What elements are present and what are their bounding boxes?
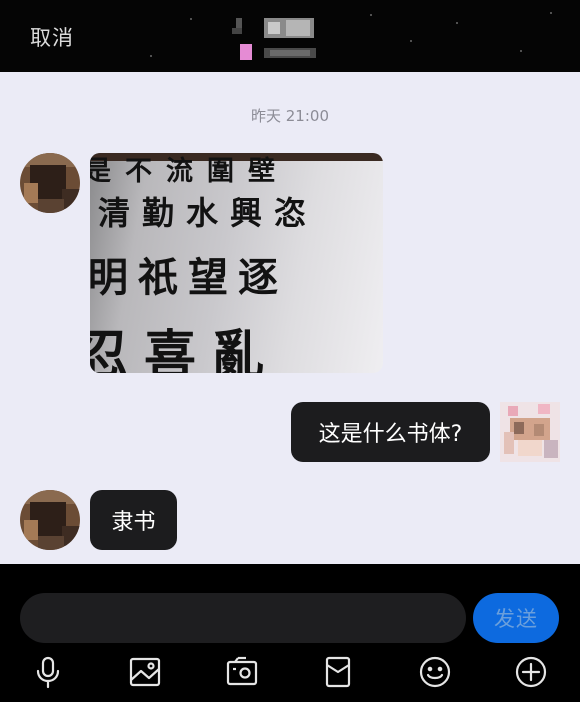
cancel-button[interactable]: 取消 [30, 22, 74, 52]
plus-icon[interactable] [511, 652, 551, 692]
my-avatar[interactable] [500, 402, 560, 462]
send-button[interactable]: 发送 [473, 593, 559, 643]
calligraphy-row: 明祇望逐 [90, 254, 288, 301]
calligraphy-row: 是不流圍壁 [90, 156, 289, 187]
background-star [456, 22, 458, 24]
calligraphy-row: 忍喜亂 [90, 325, 281, 373]
message-input[interactable] [20, 593, 466, 643]
message-image-calligraphy[interactable]: 是不流圍壁 清勤水興恣 明祇望逐 忍喜亂 [90, 153, 383, 373]
chat-area[interactable]: 昨天 21:00 是不流圍壁 清勤水興恣 明祇望逐 忍喜亂 这是什么书体? 隶书 [0, 72, 580, 564]
contact-avatar[interactable] [20, 490, 80, 550]
background-star [550, 12, 552, 14]
background-star [370, 14, 372, 16]
camera-icon[interactable] [222, 652, 262, 692]
emoji-icon[interactable] [415, 652, 455, 692]
calligraphy-row: 清勤水興恣 [98, 194, 319, 232]
message-timestamp: 昨天 21:00 [251, 107, 329, 125]
background-star [190, 18, 192, 20]
background-star [150, 55, 152, 57]
composer-bar: 发送 [0, 564, 580, 702]
top-bar: 取消 [0, 0, 580, 72]
microphone-icon[interactable] [28, 652, 68, 692]
incoming-message-bubble[interactable]: 隶书 [90, 490, 177, 550]
outgoing-message-bubble[interactable]: 这是什么书体? [291, 402, 490, 462]
background-star [520, 50, 522, 52]
image-icon[interactable] [125, 652, 165, 692]
red-envelope-icon[interactable] [318, 652, 358, 692]
background-star [410, 40, 412, 42]
contact-avatar[interactable] [20, 153, 80, 213]
contact-name-pixelated [230, 12, 330, 64]
